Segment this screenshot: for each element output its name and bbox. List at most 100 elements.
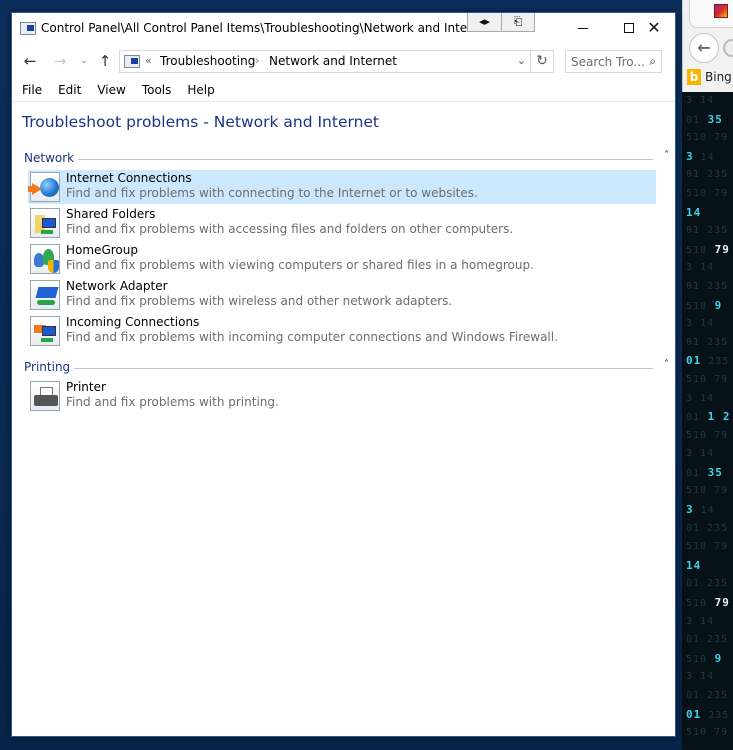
minimize-icon bbox=[578, 28, 588, 29]
wallpaper-digits: 510 79 bbox=[686, 727, 729, 739]
homegroup-icon bbox=[30, 244, 60, 274]
address-dropdown-icon[interactable]: ⌄ bbox=[517, 54, 526, 67]
back-button[interactable]: ← bbox=[20, 50, 40, 72]
search-box[interactable]: ⌕ bbox=[565, 50, 662, 73]
task-name[interactable]: HomeGroup bbox=[66, 243, 138, 257]
task-description: Find and fix problems with incoming comp… bbox=[66, 330, 558, 344]
wallpaper-digits: 14 bbox=[686, 205, 702, 219]
wallpaper-digits: 510 79 bbox=[686, 373, 729, 385]
minimize-button[interactable] bbox=[560, 13, 606, 44]
task-name[interactable]: Network Adapter bbox=[66, 279, 168, 293]
group-header-printing[interactable]: Printing ˄ bbox=[24, 359, 669, 376]
address-bar[interactable]: « Troubleshooting › Network and Internet… bbox=[119, 50, 531, 73]
control-panel-icon bbox=[20, 22, 36, 35]
wallpaper-digits: 01 35 bbox=[686, 465, 723, 479]
close-icon: ✕ bbox=[647, 18, 661, 37]
content-pane: Troubleshoot problems - Network and Inte… bbox=[12, 103, 675, 736]
menu-file[interactable]: File bbox=[16, 80, 48, 101]
recent-locations-button[interactable]: ⌄ bbox=[74, 50, 94, 72]
browser-back-button[interactable]: ← bbox=[689, 33, 719, 63]
breadcrumb-network-and-internet[interactable]: Network and Internet bbox=[269, 54, 397, 68]
task-shared-folders[interactable]: Shared Folders Find and fix problems wit… bbox=[28, 206, 656, 240]
browser-tab[interactable]: A bbox=[689, 0, 733, 28]
refresh-button[interactable]: ↻ bbox=[531, 50, 554, 73]
task-name[interactable]: Shared Folders bbox=[66, 207, 155, 221]
task-description: Find and fix problems with accessing fil… bbox=[66, 222, 514, 236]
wallpaper-digits: 510 79 bbox=[686, 242, 730, 256]
control-panel-window: Control Panel\All Control Panel Items\Tr… bbox=[11, 12, 676, 737]
arrow-left-icon: ← bbox=[23, 52, 37, 70]
forward-button[interactable]: → bbox=[50, 50, 70, 72]
wallpaper-digits: 510 79 bbox=[686, 429, 729, 441]
menu-help[interactable]: Help bbox=[181, 80, 220, 101]
bing-icon: b bbox=[687, 69, 701, 85]
task-name[interactable]: Printer bbox=[66, 380, 106, 394]
group-label: Network bbox=[24, 151, 79, 165]
group-divider bbox=[24, 368, 653, 369]
menu-edit[interactable]: Edit bbox=[52, 80, 87, 101]
menu-view[interactable]: View bbox=[91, 80, 131, 101]
tab-detach-button[interactable]: ⎗ bbox=[501, 13, 534, 31]
group-divider bbox=[24, 159, 653, 160]
group-header-network[interactable]: Network ˄ bbox=[24, 150, 669, 167]
window-tab-group: ◂▸ ⎗ bbox=[467, 13, 535, 32]
task-homegroup[interactable]: HomeGroup Find and fix problems with vie… bbox=[28, 242, 656, 276]
wallpaper-digits: 510 79 bbox=[686, 187, 729, 199]
wallpaper-digits: 3 14 bbox=[686, 448, 715, 460]
wallpaper-digits: 3 14 bbox=[686, 95, 715, 106]
arrow-right-icon: → bbox=[53, 52, 67, 70]
wallpaper-digits: 01 235 bbox=[686, 336, 729, 348]
tab-switch-button[interactable]: ◂▸ bbox=[468, 13, 501, 31]
collapse-chevron-icon[interactable]: ˄ bbox=[664, 359, 669, 370]
task-description: Find and fix problems with viewing compu… bbox=[66, 258, 534, 272]
navigation-bar: ← → ⌄ ↑ « Troubleshooting › Network and … bbox=[12, 46, 675, 76]
wallpaper-digits: 3 14 bbox=[686, 318, 715, 330]
wallpaper-digits: 3 14 bbox=[686, 262, 715, 274]
task-description: Find and fix problems with printing. bbox=[66, 395, 279, 409]
menu-bar: File Edit View Tools Help bbox=[12, 80, 675, 102]
wallpaper-digits: 01 235 bbox=[686, 578, 729, 590]
task-name[interactable]: Incoming Connections bbox=[66, 315, 199, 329]
arrow-up-icon: ↑ bbox=[98, 52, 112, 70]
network-adapter-icon bbox=[30, 280, 60, 310]
wallpaper-digits: 510 9 bbox=[686, 651, 723, 665]
wallpaper-digits: 3 14 bbox=[686, 615, 715, 627]
up-button[interactable]: ↑ bbox=[95, 50, 115, 72]
wallpaper-digits: 510 79 bbox=[686, 485, 729, 497]
page-title: Troubleshoot problems - Network and Inte… bbox=[22, 113, 380, 131]
globe-icon bbox=[723, 39, 733, 57]
background-browser-window: A ← b Bing bbox=[682, 0, 733, 92]
wallpaper-digits: 3 14 bbox=[686, 392, 715, 404]
wallpaper-digits: 01 35 bbox=[686, 112, 723, 126]
internet-connections-icon bbox=[28, 172, 60, 202]
wallpaper-digits: 510 79 bbox=[686, 132, 729, 144]
task-name[interactable]: Internet Connections bbox=[66, 171, 192, 185]
bookmark-bing[interactable]: Bing bbox=[705, 70, 732, 84]
wallpaper-digits: 01 1 2 bbox=[686, 410, 731, 424]
wallpaper-digits: 01 235 bbox=[686, 354, 730, 368]
task-network-adapter[interactable]: Network Adapter Find and fix problems wi… bbox=[28, 278, 656, 312]
breadcrumb-overflow-button[interactable]: « bbox=[145, 54, 152, 67]
title-bar[interactable]: Control Panel\All Control Panel Items\Tr… bbox=[12, 13, 675, 44]
search-input[interactable] bbox=[566, 51, 644, 72]
collapse-chevron-icon[interactable]: ˄ bbox=[664, 150, 669, 161]
breadcrumb-troubleshooting[interactable]: Troubleshooting bbox=[160, 54, 255, 68]
wallpaper-digits: 01 235 bbox=[686, 280, 729, 292]
task-internet-connections[interactable]: Internet Connections Find and fix proble… bbox=[28, 170, 656, 204]
wallpaper-digits: 01 235 bbox=[686, 169, 729, 181]
task-description: Find and fix problems with connecting to… bbox=[66, 186, 478, 200]
task-incoming-connections[interactable]: Incoming Connections Find and fix proble… bbox=[28, 314, 656, 348]
task-printer[interactable]: Printer Find and fix problems with print… bbox=[28, 379, 656, 413]
site-favicon-icon bbox=[714, 4, 728, 18]
wallpaper-digits: 01 235 bbox=[686, 225, 729, 237]
close-button[interactable]: ✕ bbox=[631, 13, 677, 44]
search-icon[interactable]: ⌕ bbox=[649, 54, 656, 69]
breadcrumb-separator-icon[interactable]: › bbox=[255, 54, 259, 67]
wallpaper-digits: 3 14 bbox=[686, 671, 715, 683]
menu-tools[interactable]: Tools bbox=[136, 80, 178, 101]
printer-icon bbox=[30, 381, 60, 411]
wallpaper-digits: 510 79 bbox=[686, 541, 729, 553]
task-description: Find and fix problems with wireless and … bbox=[66, 294, 453, 308]
wallpaper-digits: 510 9 bbox=[686, 298, 723, 312]
wallpaper-digits: 3 14 bbox=[686, 503, 715, 517]
